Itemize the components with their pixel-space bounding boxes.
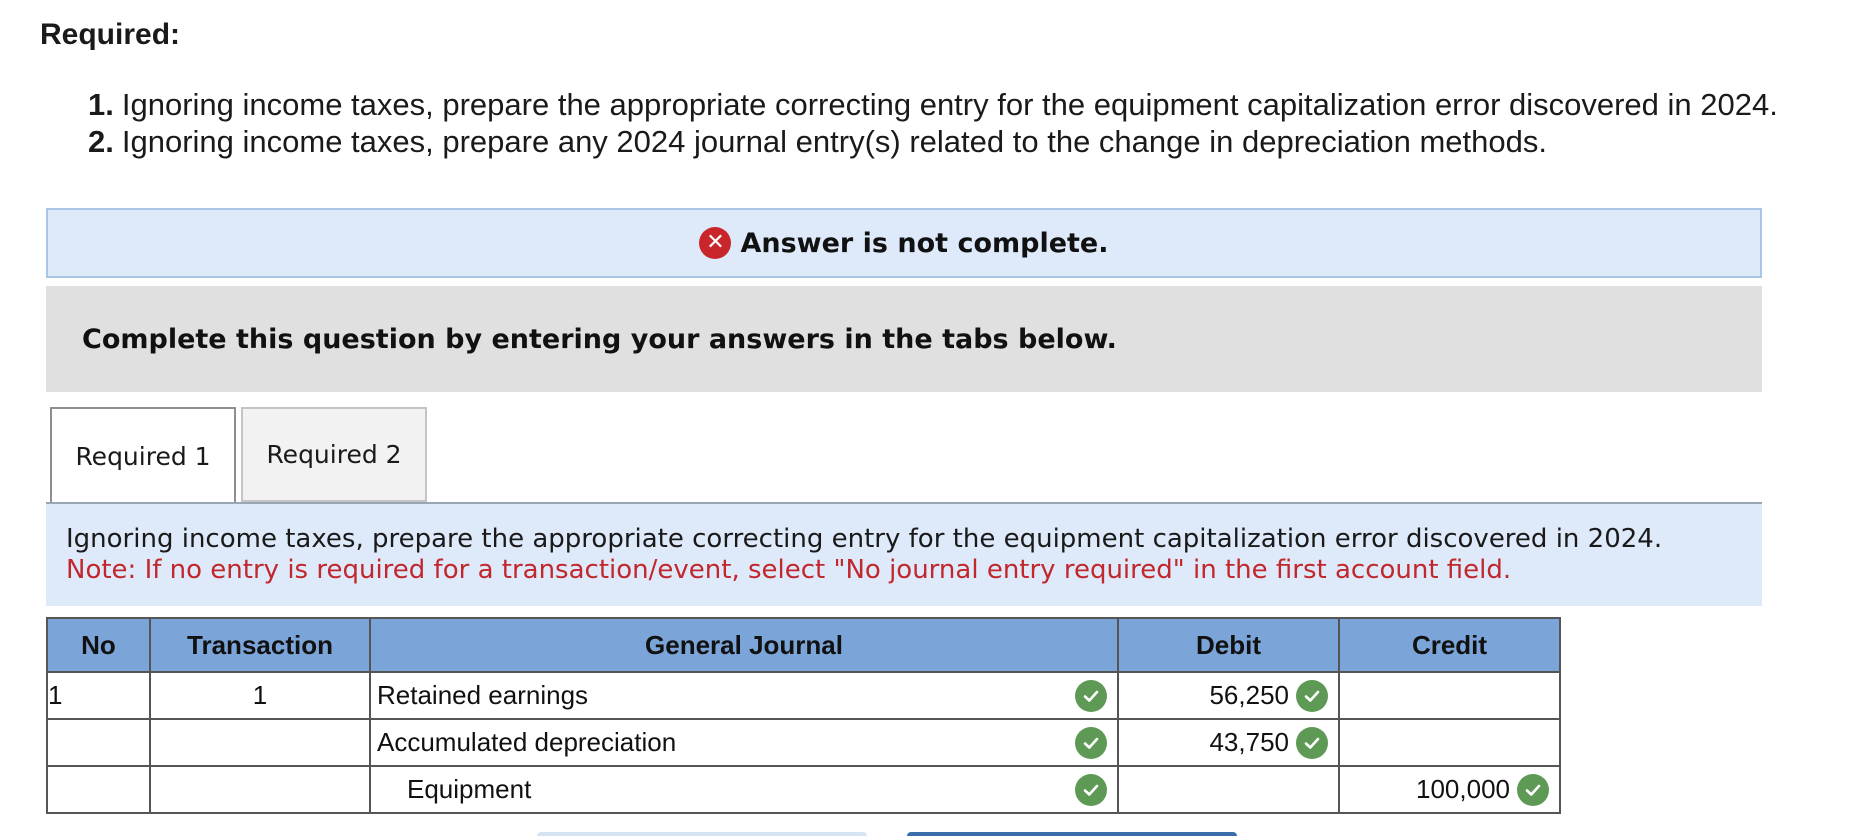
required-item-1: 1. Ignoring income taxes, prepare the app… (88, 86, 1778, 123)
required-title: Required: (40, 18, 181, 51)
account-name[interactable]: Retained earnings (371, 680, 1075, 711)
journal-table: No Transaction General Journal Debit Cre… (46, 617, 1561, 814)
account-name[interactable]: Accumulated depreciation (371, 727, 1075, 758)
row-no (46, 718, 151, 767)
debit-input-cell[interactable] (1117, 765, 1340, 814)
check-icon (1075, 773, 1107, 806)
required-item-text: Ignoring income taxes, prepare the appro… (121, 87, 1778, 122)
account-select-cell[interactable]: Retained earnings (369, 671, 1119, 720)
header-debit: Debit (1117, 617, 1340, 673)
row-no (46, 765, 151, 814)
tab-label: Required 1 (75, 441, 211, 471)
required-item-number: 2. (88, 124, 114, 159)
header-no: No (46, 617, 151, 673)
journal-header-row: No Transaction General Journal Debit Cre… (46, 617, 1561, 673)
row-transaction: 1 (149, 671, 371, 720)
header-credit: Credit (1338, 617, 1561, 673)
credit-input-cell[interactable] (1338, 671, 1561, 720)
credit-input-cell[interactable]: 100,000 (1338, 765, 1561, 814)
account-name[interactable]: Equipment (371, 774, 1075, 805)
header-transaction: Transaction (149, 617, 371, 673)
row-no: 1 (46, 671, 151, 720)
prompt-note: Note: If no entry is required for a tran… (66, 555, 1512, 585)
debit-input-cell[interactable]: 43,750 (1117, 718, 1340, 767)
next-button[interactable] (907, 832, 1237, 836)
prompt-box: Ignoring income taxes, prepare the appro… (46, 504, 1762, 606)
instruction-text: Complete this question by entering your … (82, 323, 1117, 355)
debit-input-cell[interactable]: 56,250 (1117, 671, 1340, 720)
credit-amount[interactable]: 100,000 (1340, 774, 1517, 805)
required-list: 1. Ignoring income taxes, prepare the app… (88, 86, 1778, 160)
answer-status-banner: ✕ Answer is not complete. (46, 208, 1762, 278)
check-icon (1296, 679, 1328, 712)
required-item-text: Ignoring income taxes, prepare any 2024 … (121, 124, 1547, 159)
account-select-cell[interactable]: Equipment (369, 765, 1119, 814)
prev-button[interactable] (537, 832, 867, 836)
required-item-number: 1. (88, 87, 114, 122)
check-icon (1296, 726, 1328, 759)
required-item-2: 2. Ignoring income taxes, prepare any 202… (88, 123, 1778, 160)
row-transaction (149, 718, 371, 767)
check-icon (1517, 773, 1549, 806)
table-row: Equipment 100,000 (46, 765, 1561, 814)
table-row: 1 1 Retained earnings 56,250 (46, 671, 1561, 720)
tab-required-1[interactable]: Required 1 (50, 407, 236, 503)
header-general-journal: General Journal (369, 617, 1119, 673)
table-row: Accumulated depreciation 43,750 (46, 718, 1561, 767)
debit-amount[interactable]: 56,250 (1119, 680, 1296, 711)
debit-amount[interactable]: 43,750 (1119, 727, 1296, 758)
tab-required-2[interactable]: Required 2 (241, 407, 427, 502)
x-circle-icon: ✕ (699, 227, 732, 259)
credit-input-cell[interactable] (1338, 718, 1561, 767)
answer-status-text: Answer is not complete. (740, 227, 1109, 259)
prompt-text: Ignoring income taxes, prepare the appro… (66, 524, 1663, 554)
check-icon (1075, 679, 1107, 712)
row-transaction (149, 765, 371, 814)
account-select-cell[interactable]: Accumulated depreciation (369, 718, 1119, 767)
check-icon (1075, 726, 1107, 759)
tab-label: Required 2 (266, 440, 402, 469)
instruction-box: Complete this question by entering your … (46, 286, 1762, 392)
